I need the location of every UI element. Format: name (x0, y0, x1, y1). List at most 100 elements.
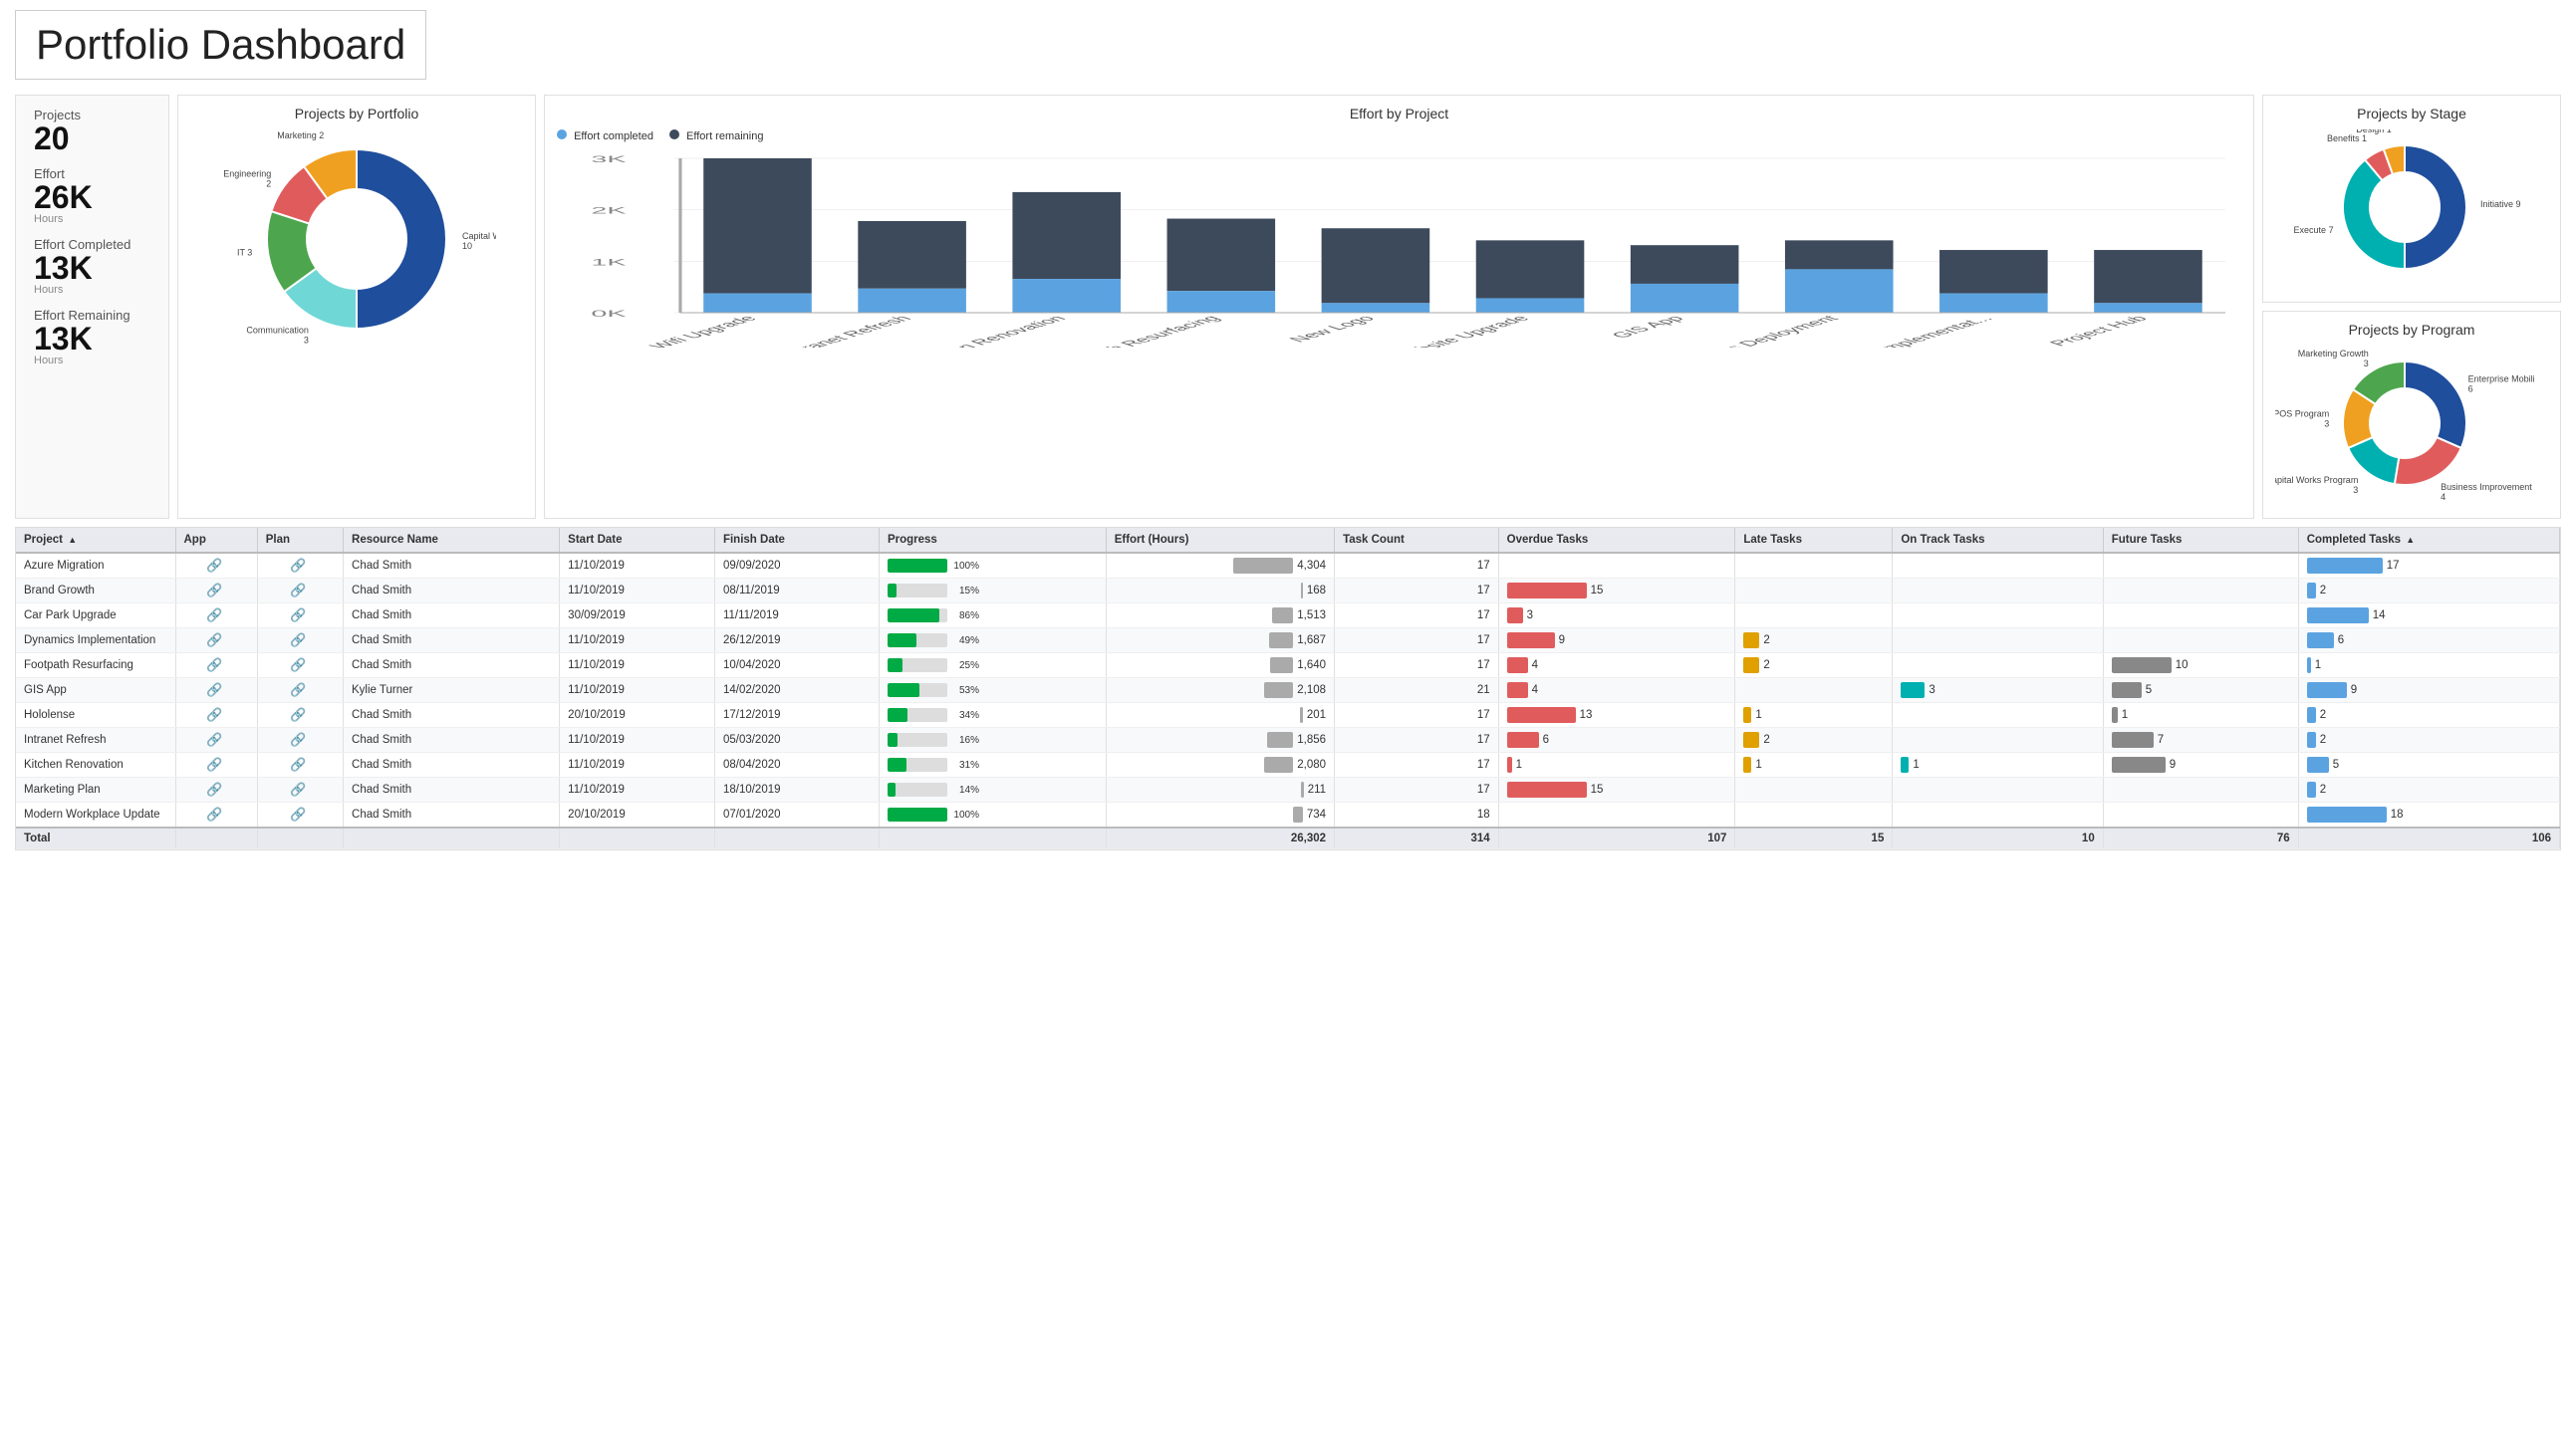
svg-text:Intranet Refresh: Intranet Refresh (776, 314, 916, 348)
plan-link-icon[interactable]: 🔗 (290, 807, 306, 822)
col-start[interactable]: Start Date (560, 528, 715, 553)
app-link-icon[interactable]: 🔗 (206, 782, 222, 797)
plan-link-icon[interactable]: 🔗 (290, 682, 306, 697)
app-link-icon[interactable]: 🔗 (206, 807, 222, 822)
effort-by-project-title: Effort by Project (557, 106, 2241, 121)
cell-app[interactable]: 🔗 (175, 628, 257, 653)
effort-bar-cell: 211 (1115, 782, 1326, 798)
late-bar (1743, 732, 1759, 748)
app-link-icon[interactable]: 🔗 (206, 583, 222, 597)
app-link-icon[interactable]: 🔗 (206, 558, 222, 573)
cell-plan[interactable]: 🔗 (257, 753, 343, 778)
col-resource[interactable]: Resource Name (344, 528, 560, 553)
cell-plan[interactable]: 🔗 (257, 553, 343, 579)
overdue-bar-cell: 4 (1507, 657, 1727, 673)
plan-link-icon[interactable]: 🔗 (290, 757, 306, 772)
cell-task-count: 17 (1335, 753, 1499, 778)
app-link-icon[interactable]: 🔗 (206, 657, 222, 672)
cell-app[interactable]: 🔗 (175, 778, 257, 803)
cell-completed: 6 (2298, 628, 2559, 653)
stat-item: Effort 26K Hours (34, 166, 150, 225)
progress-text: 14% (951, 785, 979, 796)
cell-project: Marketing Plan (16, 778, 175, 803)
col-completed[interactable]: Completed Tasks ▲ (2298, 528, 2559, 553)
col-project[interactable]: Project ▲ (16, 528, 175, 553)
cell-app[interactable]: 🔗 (175, 653, 257, 678)
plan-link-icon[interactable]: 🔗 (290, 707, 306, 722)
right-charts: Projects by Stage Initiative 9Execute 7B… (2262, 95, 2561, 519)
cell-on-track (1893, 703, 2103, 728)
app-link-icon[interactable]: 🔗 (206, 732, 222, 747)
cell-plan[interactable]: 🔗 (257, 803, 343, 829)
cell-plan[interactable]: 🔗 (257, 579, 343, 603)
app-link-icon[interactable]: 🔗 (206, 757, 222, 772)
cell-on-track: 1 (1893, 753, 2103, 778)
cell-app[interactable]: 🔗 (175, 728, 257, 753)
col-overdue[interactable]: Overdue Tasks (1498, 528, 1735, 553)
plan-link-icon[interactable]: 🔗 (290, 657, 306, 672)
cell-app[interactable]: 🔗 (175, 803, 257, 829)
table-row: Car Park Upgrade🔗🔗Chad Smith30/09/201911… (16, 603, 2560, 628)
future-bar (2112, 707, 2118, 723)
cell-resource: Chad Smith (344, 603, 560, 628)
cell-plan[interactable]: 🔗 (257, 603, 343, 628)
cell-app[interactable]: 🔗 (175, 553, 257, 579)
col-plan[interactable]: Plan (257, 528, 343, 553)
app-link-icon[interactable]: 🔗 (206, 682, 222, 697)
on-track-bar (1901, 757, 1909, 773)
cell-on-track: 3 (1893, 678, 2103, 703)
cell-completed: 1 (2298, 653, 2559, 678)
cell-completed: 9 (2298, 678, 2559, 703)
cell-plan[interactable]: 🔗 (257, 728, 343, 753)
projects-by-stage-card: Projects by Stage Initiative 9Execute 7B… (2262, 95, 2561, 303)
col-task-count[interactable]: Task Count (1335, 528, 1499, 553)
plan-link-icon[interactable]: 🔗 (290, 632, 306, 647)
cell-plan[interactable]: 🔗 (257, 703, 343, 728)
col-progress[interactable]: Progress (879, 528, 1106, 553)
col-future[interactable]: Future Tasks (2103, 528, 2298, 553)
plan-link-icon[interactable]: 🔗 (290, 607, 306, 622)
progress-bar-cell: 86% (888, 608, 1098, 622)
plan-link-icon[interactable]: 🔗 (290, 583, 306, 597)
col-effort[interactable]: Effort (Hours) (1106, 528, 1334, 553)
donut-program-chart: Enterprise Mobility6Business Improvement… (2275, 346, 2534, 505)
progress-bar-fill (888, 559, 947, 573)
cell-project: Dynamics Implementation (16, 628, 175, 653)
footer-plan (257, 828, 343, 849)
cell-plan[interactable]: 🔗 (257, 628, 343, 653)
progress-bar-fill (888, 758, 906, 772)
overdue-value: 1 (1516, 759, 1522, 771)
cell-plan[interactable]: 🔗 (257, 778, 343, 803)
svg-text:Design 1: Design 1 (2356, 129, 2392, 134)
plan-link-icon[interactable]: 🔗 (290, 782, 306, 797)
plan-link-icon[interactable]: 🔗 (290, 558, 306, 573)
effort-bar (1233, 558, 1293, 574)
app-link-icon[interactable]: 🔗 (206, 632, 222, 647)
cell-start-date: 20/10/2019 (560, 703, 715, 728)
cell-app[interactable]: 🔗 (175, 579, 257, 603)
overdue-value: 15 (1591, 585, 1604, 596)
progress-bar-cell: 53% (888, 683, 1098, 697)
cell-plan[interactable]: 🔗 (257, 678, 343, 703)
svg-text:Kitchen Renovation: Kitchen Renovation (904, 314, 1070, 348)
cell-project: Kitchen Renovation (16, 753, 175, 778)
cell-app[interactable]: 🔗 (175, 703, 257, 728)
cell-app[interactable]: 🔗 (175, 753, 257, 778)
cell-late (1735, 553, 1893, 579)
cell-app[interactable]: 🔗 (175, 603, 257, 628)
app-link-icon[interactable]: 🔗 (206, 607, 222, 622)
cell-future (2103, 628, 2298, 653)
app-link-icon[interactable]: 🔗 (206, 707, 222, 722)
svg-text:Website Upgrade: Website Upgrade (1385, 314, 1534, 348)
svg-text:Business Improvement4: Business Improvement4 (2441, 482, 2532, 502)
cell-plan[interactable]: 🔗 (257, 653, 343, 678)
cell-app[interactable]: 🔗 (175, 678, 257, 703)
plan-link-icon[interactable]: 🔗 (290, 732, 306, 747)
col-on-track[interactable]: On Track Tasks (1893, 528, 2103, 553)
cell-progress: 31% (879, 753, 1106, 778)
col-late[interactable]: Late Tasks (1735, 528, 1893, 553)
col-finish[interactable]: Finish Date (714, 528, 879, 553)
col-app[interactable]: App (175, 528, 257, 553)
completed-bar (2307, 682, 2347, 698)
progress-bar-bg (888, 708, 947, 722)
